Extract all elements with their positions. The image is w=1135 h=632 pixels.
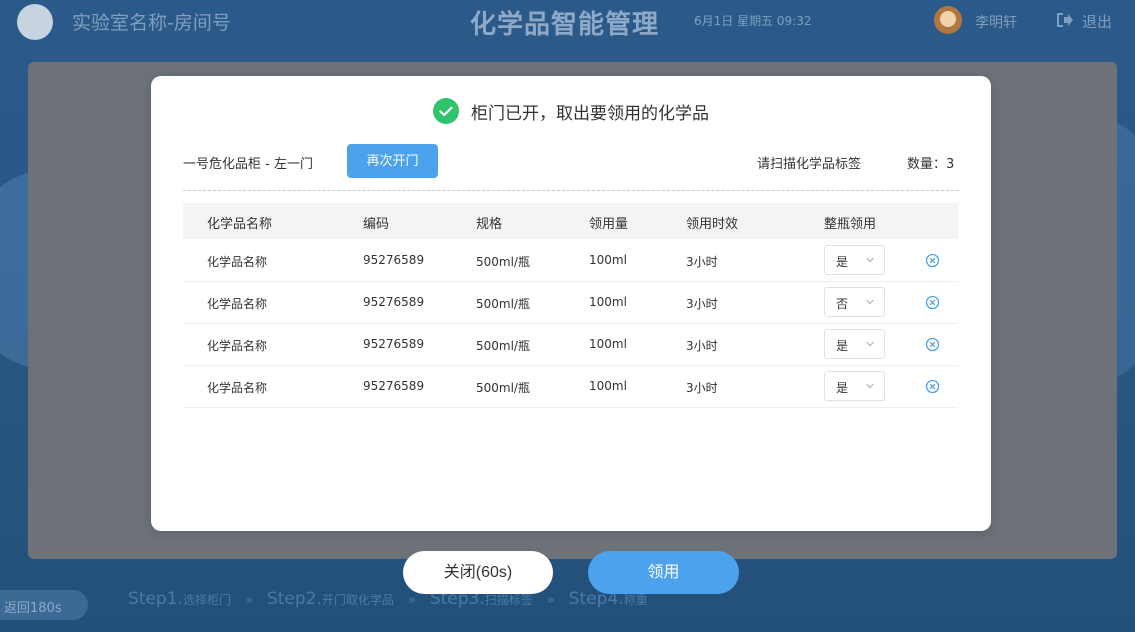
claim-amount: 100ml	[589, 253, 627, 267]
select-value: 是	[836, 381, 849, 395]
chemical-spec: 500ml/瓶	[476, 255, 530, 269]
claim-amount: 100ml	[589, 295, 627, 309]
whole-bottle-select[interactable]: 是	[824, 371, 885, 401]
app-header: 实验室名称-房间号 化学品智能管理 6月1日 星期五 09:32 李明轩 退出	[0, 0, 1135, 44]
chemical-spec: 500ml/瓶	[476, 339, 530, 353]
column-header: 整瓶领用	[824, 217, 877, 232]
scan-hint: 请扫描化学品标签	[757, 157, 862, 172]
user-name: 李明轩	[975, 15, 1017, 31]
check-circle-icon	[433, 98, 459, 124]
close-circle-icon[interactable]	[925, 337, 940, 352]
chemical-code: 95276589	[363, 379, 425, 393]
close-button[interactable]: 关闭(60s)	[403, 551, 553, 594]
chemical-spec: 500ml/瓶	[476, 297, 530, 311]
chemical-code: 95276589	[363, 253, 425, 267]
whole-bottle-select[interactable]: 是	[824, 245, 885, 275]
column-header: 领用时效	[686, 217, 739, 232]
claim-amount: 100ml	[589, 337, 627, 351]
close-circle-icon[interactable]	[925, 253, 940, 268]
logout-button[interactable]: 退出	[1082, 11, 1112, 32]
whole-bottle-select[interactable]: 否	[824, 287, 885, 317]
claim-duration: 3小时	[686, 297, 718, 311]
chemical-name: 化学品名称	[207, 381, 268, 395]
lab-avatar	[17, 4, 53, 40]
select-value: 是	[836, 255, 849, 269]
app-footer: 返回180s Step1.选择柜门» Step2.开门取化学品» Step3.扫描标…	[0, 580, 1135, 632]
chemical-code: 95276589	[363, 295, 425, 309]
step-2: Step2.开门取化学品	[266, 589, 394, 609]
app-title: 化学品智能管理	[470, 10, 660, 40]
chevron-down-icon	[866, 257, 874, 263]
lab-name: 实验室名称-房间号	[72, 12, 231, 34]
quantity-count: 数量：3	[907, 157, 955, 172]
modal-title: 柜门已开，取出要领用的化学品	[471, 103, 709, 124]
table-row: 化学品名称 95276589 500ml/瓶 100ml 3小时 是	[183, 366, 958, 408]
reopen-door-button[interactable]: 再次开门	[347, 144, 438, 178]
step-progress: Step1.选择柜门» Step2.开门取化学品» Step3.扫描标签» Step4…	[128, 589, 648, 609]
claim-duration: 3小时	[686, 255, 718, 269]
user-avatar[interactable]	[934, 6, 962, 34]
column-header: 化学品名称	[207, 217, 273, 232]
dashed-divider	[183, 190, 959, 191]
modal-header: 柜门已开，取出要领用的化学品	[151, 98, 991, 124]
take-chemicals-modal: 柜门已开，取出要领用的化学品 一号危化品柜 - 左一门 再次开门 请扫描化学品标…	[151, 76, 991, 531]
return-button[interactable]: 返回180s	[0, 590, 88, 620]
close-circle-icon[interactable]	[925, 295, 940, 310]
claim-duration: 3小时	[686, 381, 718, 395]
chemical-name: 化学品名称	[207, 255, 268, 269]
column-header: 编码	[363, 217, 390, 232]
chevron-down-icon	[866, 383, 874, 389]
table-header: 化学品名称 编码 规格 领用量 领用时效 整瓶领用	[183, 203, 958, 239]
whole-bottle-select[interactable]: 是	[824, 329, 885, 359]
claim-duration: 3小时	[686, 339, 718, 353]
claim-amount: 100ml	[589, 379, 627, 393]
chemical-code: 95276589	[363, 337, 425, 351]
chemical-spec: 500ml/瓶	[476, 381, 530, 395]
select-value: 否	[836, 297, 849, 311]
close-circle-icon[interactable]	[925, 379, 940, 394]
column-header: 规格	[476, 217, 503, 232]
table-row: 化学品名称 95276589 500ml/瓶 100ml 3小时 否	[183, 282, 958, 324]
chemical-table-body: 化学品名称 95276589 500ml/瓶 100ml 3小时 是 化学品名称…	[183, 240, 958, 408]
step-1: Step1.选择柜门	[128, 589, 231, 609]
claim-button[interactable]: 领用	[588, 551, 739, 594]
select-value: 是	[836, 339, 849, 353]
chevron-down-icon	[866, 341, 874, 347]
datetime: 6月1日 星期五 09:32	[694, 14, 812, 28]
table-row: 化学品名称 95276589 500ml/瓶 100ml 3小时 是	[183, 324, 958, 366]
logout-icon[interactable]	[1056, 12, 1074, 28]
chevron-down-icon	[866, 299, 874, 305]
chemical-name: 化学品名称	[207, 297, 268, 311]
cabinet-door-label: 一号危化品柜 - 左一门	[183, 157, 313, 172]
table-row: 化学品名称 95276589 500ml/瓶 100ml 3小时 是	[183, 240, 958, 282]
chemical-name: 化学品名称	[207, 339, 268, 353]
column-header: 领用量	[589, 217, 629, 232]
